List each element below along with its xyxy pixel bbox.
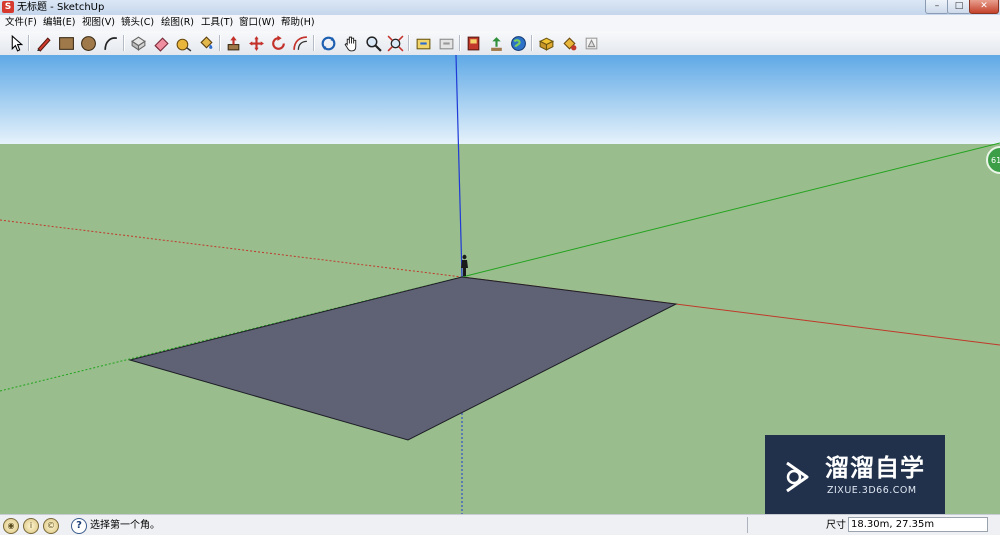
close-button[interactable]: ✕ <box>969 0 999 14</box>
pencil-tool[interactable] <box>33 33 53 53</box>
window-title: 无标题 - SketchUp <box>17 2 105 13</box>
status-bar: ◉ i © ? 选择第一个角。 尺寸 18.30m, 27.35m <box>0 514 1000 535</box>
menu-tools[interactable]: 工具(T) <box>201 17 233 29</box>
pan-tool[interactable] <box>341 33 361 53</box>
play-logo-icon <box>786 461 809 493</box>
zoom-extents-tool[interactable] <box>385 33 405 53</box>
arc-icon <box>103 36 117 50</box>
styles-button[interactable] <box>581 33 601 53</box>
share-model-button[interactable] <box>486 33 506 53</box>
offset-tool[interactable] <box>290 33 310 53</box>
measurements-label: 尺寸 <box>826 520 846 531</box>
eraser-icon <box>153 36 169 52</box>
menu-draw[interactable]: 绘图(R) <box>161 17 194 29</box>
push-pull-tool[interactable] <box>223 33 243 53</box>
tape-measure-tool[interactable] <box>173 33 193 53</box>
zoom-tool[interactable] <box>363 33 383 53</box>
toolbar-separator <box>123 35 125 51</box>
circle-tool[interactable] <box>78 33 98 53</box>
tape-measure-icon <box>176 38 191 52</box>
watermark: 溜溜自学 ZIXUE.3D66.COM <box>765 435 945 521</box>
toolbar-separator <box>459 35 461 51</box>
edge-badge-text: 61 <box>991 156 1000 165</box>
zoom-icon <box>365 35 382 52</box>
toolbar-separator <box>219 35 221 51</box>
question-icon[interactable]: ? <box>71 518 87 534</box>
components-icon <box>538 37 554 51</box>
geo-location-icon[interactable]: ◉ <box>3 518 19 534</box>
title-bar: S 无标题 - SketchUp – □ ✕ <box>0 0 1000 16</box>
materials-icon <box>562 36 576 50</box>
menu-file[interactable]: 文件(F) <box>5 17 37 29</box>
menu-edit[interactable]: 编辑(E) <box>43 17 75 29</box>
rectangle-tool[interactable] <box>56 33 76 53</box>
menu-help[interactable]: 帮助(H) <box>281 17 315 29</box>
materials-button[interactable] <box>559 33 579 53</box>
make-component-tool[interactable] <box>128 33 148 53</box>
get-models-icon <box>467 36 479 50</box>
menu-view[interactable]: 视图(V) <box>82 17 115 29</box>
offset-icon <box>292 35 307 50</box>
toolbar-separator <box>531 35 533 51</box>
menu-bar: 文件(F) 编辑(E) 视图(V) 镜头(C) 绘图(R) 工具(T) 窗口(W… <box>0 15 1000 31</box>
measurements-input[interactable]: 18.30m, 27.35m <box>848 517 988 532</box>
share-model-icon <box>490 36 502 51</box>
eraser-tool[interactable] <box>151 33 171 53</box>
orbit-icon <box>321 36 335 50</box>
toolbar-separator <box>28 35 30 51</box>
arc-tool[interactable] <box>100 33 120 53</box>
select-tool[interactable] <box>6 33 26 53</box>
orbit-tool[interactable] <box>318 33 338 53</box>
paint-bucket-tool[interactable] <box>196 33 216 53</box>
status-divider <box>747 517 748 533</box>
get-models-button[interactable] <box>463 33 483 53</box>
menu-camera[interactable]: 镜头(C) <box>121 17 154 29</box>
rotate-tool[interactable] <box>268 33 288 53</box>
watermark-title: 溜溜自学 <box>825 454 925 482</box>
minimize-icon: – <box>934 1 940 11</box>
previous-view-button[interactable] <box>413 33 433 53</box>
select-icon <box>11 34 23 52</box>
rotate-icon <box>271 35 285 50</box>
close-icon: ✕ <box>980 1 988 11</box>
pan-icon <box>344 36 356 51</box>
paint-bucket-icon <box>199 35 213 49</box>
circle-icon <box>80 35 96 51</box>
make-component-icon <box>130 35 146 51</box>
minimize-button[interactable]: – <box>925 0 949 14</box>
status-message: 选择第一个角。 <box>90 520 160 531</box>
google-earth-icon <box>510 35 526 51</box>
move-tool[interactable] <box>246 33 266 53</box>
menu-window[interactable]: 窗口(W) <box>239 17 275 29</box>
sketchup-logo-icon: S <box>2 1 14 13</box>
rectangle-icon <box>58 36 74 50</box>
watermark-subtitle: ZIXUE.3D66.COM <box>827 485 917 496</box>
move-icon <box>248 35 264 51</box>
components-button[interactable] <box>536 33 556 53</box>
google-earth-button[interactable] <box>508 33 528 53</box>
sky <box>0 55 1000 144</box>
zoom-extents-icon <box>387 35 403 51</box>
toolbar-separator <box>408 35 410 51</box>
push-pull-icon <box>227 35 239 50</box>
next-view-button[interactable] <box>436 33 456 53</box>
styles-icon <box>585 37 597 49</box>
toolbar-separator <box>313 35 315 51</box>
toolbar <box>0 31 1000 56</box>
pencil-line-icon <box>36 36 51 52</box>
previous-view-icon <box>416 38 430 49</box>
copyright-icon[interactable]: © <box>43 518 59 534</box>
credits-icon[interactable]: i <box>23 518 39 534</box>
maximize-icon: □ <box>954 1 964 11</box>
maximize-button[interactable]: □ <box>947 0 971 14</box>
next-view-icon <box>439 38 453 49</box>
